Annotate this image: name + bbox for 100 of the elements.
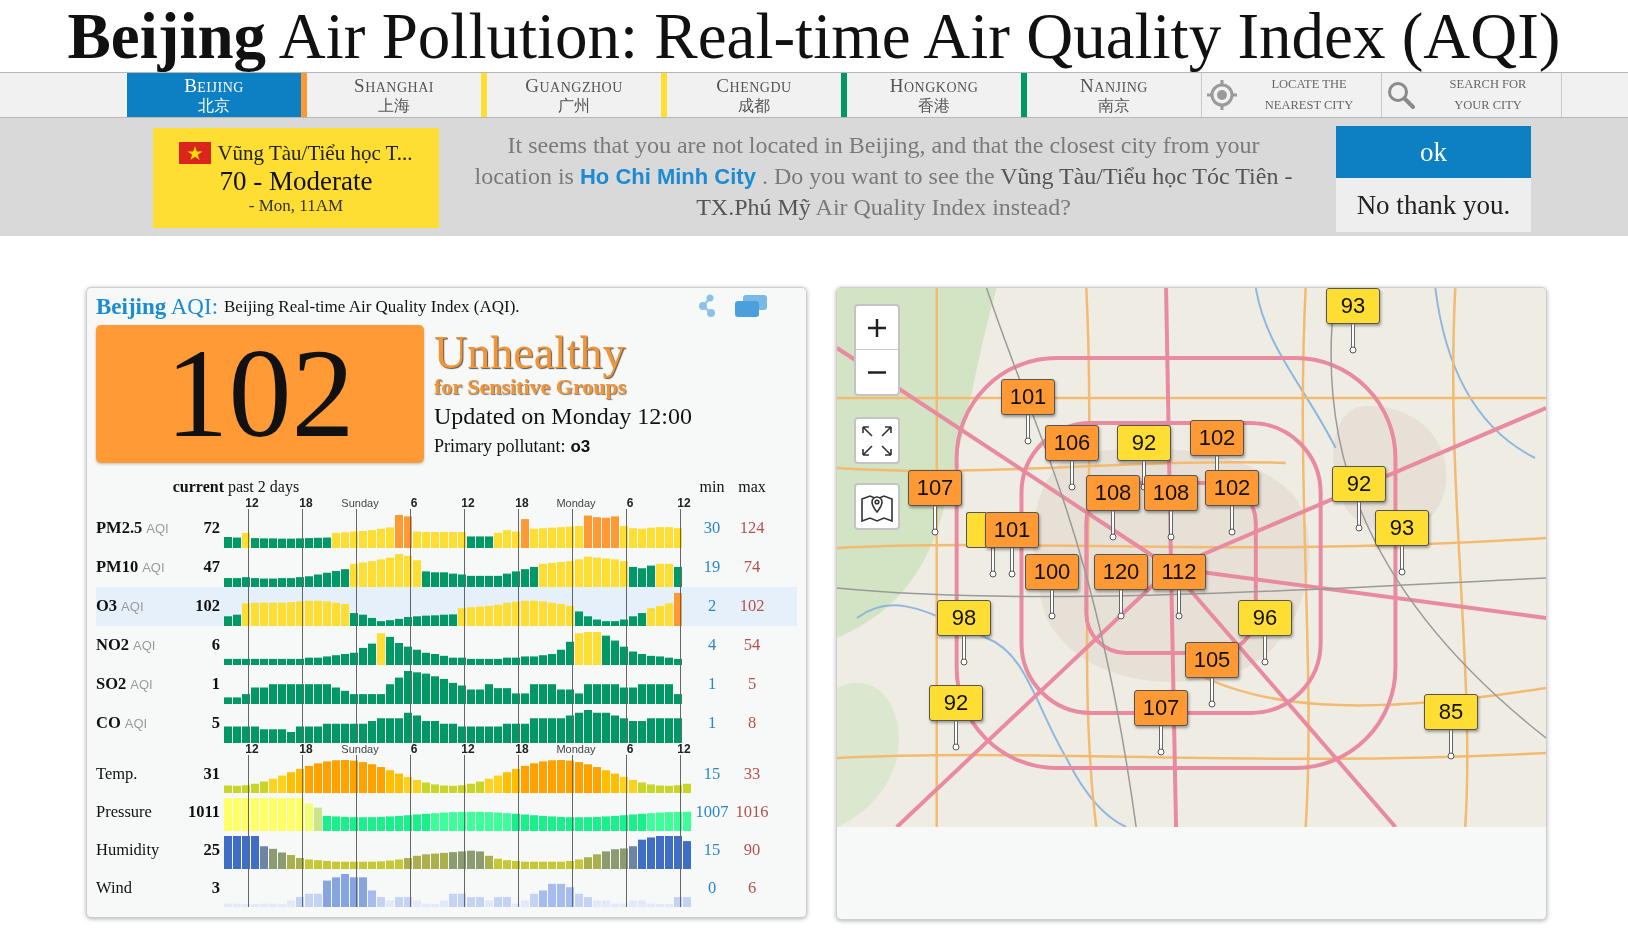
aqi-map-marker[interactable]: 92 <box>1332 466 1386 502</box>
time-axis-label: 12 <box>461 497 475 509</box>
aqi-map-marker[interactable]: 102 <box>1205 470 1259 506</box>
min-value: 15 <box>703 838 721 861</box>
aqi-map-marker[interactable]: 100 <box>1025 554 1079 590</box>
min-value: 19 <box>703 556 721 579</box>
search-city-button[interactable]: SEARCH FOR YOUR CITY <box>1382 73 1562 117</box>
city-tab[interactable]: GUANGZHOU 广州 <box>487 73 661 117</box>
marker-pin-icon <box>1175 590 1183 620</box>
pollutant-row[interactable]: PM10 AQI 47 19 74 <box>96 548 797 587</box>
marker-pin-icon <box>1208 678 1216 708</box>
max-value: 6 <box>747 876 757 899</box>
min-value: 0 <box>707 876 717 899</box>
pollutant-row[interactable]: SO2 AQI 1 1 5 <box>96 665 797 704</box>
panel-heading: Beijing AQI: <box>96 294 219 318</box>
city-tab[interactable]: NANJING 南京 <box>1027 73 1201 117</box>
pollutant-row[interactable]: CO AQI 5 1 8 <box>96 704 797 743</box>
min-value: 30 <box>703 517 721 540</box>
marker-pin-icon <box>1398 546 1406 576</box>
aqi-map-marker[interactable]: 98 <box>937 600 991 636</box>
weather-row[interactable]: Wind 3 0 6 <box>96 869 797 907</box>
aqi-map-marker[interactable]: 101 <box>1001 379 1055 415</box>
time-axis-label: 12 <box>677 497 691 509</box>
time-axis-label: 6 <box>626 497 634 509</box>
pollutant-row[interactable]: NO2 AQI 6 4 54 <box>96 626 797 665</box>
max-value: 102 <box>739 595 765 618</box>
aqi-map-marker[interactable]: 108 <box>1144 475 1198 511</box>
current-value: 25 <box>202 838 220 861</box>
current-value: 47 <box>202 556 220 579</box>
weather-row[interactable]: Humidity 25 15 90 <box>96 831 797 869</box>
time-axis-label: 12 <box>245 497 259 509</box>
aqi-map-marker[interactable]: 107 <box>908 470 962 506</box>
time-axis-label: Sunday <box>341 498 379 509</box>
map-layers-button[interactable] <box>854 483 900 530</box>
unit-label: AQI <box>133 637 156 656</box>
marker-pin-icon <box>1024 415 1032 445</box>
aqi-map-marker[interactable]: 85 <box>1424 694 1478 730</box>
fullscreen-button[interactable] <box>854 417 900 464</box>
time-axis-label: 18 <box>299 497 313 509</box>
row-label: Pressure <box>96 800 152 823</box>
aqi-map-marker[interactable]: 96 <box>1238 600 1292 636</box>
expand-icon <box>862 425 892 456</box>
aqi-map-marker[interactable]: 92 <box>1117 425 1171 461</box>
weather-row[interactable]: Temp. 31 15 33 <box>96 755 797 793</box>
marker-pin-icon <box>960 636 968 666</box>
aqi-map-marker[interactable]: 112 <box>1152 554 1206 590</box>
aqi-map-marker[interactable]: 92 <box>929 685 983 721</box>
row-label: CO <box>96 712 121 735</box>
locate-city-button[interactable]: LOCATE THE NEAREST CITY <box>1202 73 1382 117</box>
aqi-map-marker[interactable]: 107 <box>1134 690 1188 726</box>
current-value: 102 <box>194 595 220 618</box>
marker-pin-icon <box>989 548 997 578</box>
aqi-map-marker[interactable]: 102 <box>1190 420 1244 456</box>
time-axis-label: 18 <box>515 497 529 509</box>
map-marker-icon[interactable] <box>966 512 986 548</box>
station-time: - Mon, 11AM <box>248 196 344 216</box>
ok-button[interactable]: ok <box>1336 126 1531 178</box>
city-tab[interactable]: CHENGDU 成都 <box>667 73 841 117</box>
current-value: 6 <box>210 634 220 657</box>
weather-row[interactable]: Pressure 1011 1007 1016 <box>96 793 797 831</box>
dismiss-button[interactable]: No thank you. <box>1336 178 1531 232</box>
time-axis-label: 18 <box>515 743 529 755</box>
aqi-map-marker[interactable]: 101 <box>985 512 1039 548</box>
max-value: 1016 <box>735 800 769 823</box>
city-tab[interactable]: BEIJING 北京 <box>127 73 301 117</box>
aqi-map-marker[interactable]: 106 <box>1045 425 1099 461</box>
time-axis-label: Monday <box>556 744 596 755</box>
row-label: PM2.5 <box>96 517 143 540</box>
current-value: 31 <box>202 762 220 785</box>
max-value: 90 <box>743 838 761 861</box>
time-axis-label: 6 <box>410 497 418 509</box>
time-axis-label: 12 <box>677 743 691 755</box>
marker-pin-icon <box>1008 548 1016 578</box>
current-value: 1 <box>210 673 220 696</box>
pollutant-label: Primary pollutant: <box>434 435 566 457</box>
aqi-map-marker[interactable]: 105 <box>1185 642 1239 678</box>
pollutant-row[interactable]: PM2.5 AQI 72 30 124 <box>96 509 797 548</box>
city-tab[interactable]: HONGKONG 香港 <box>847 73 1021 117</box>
marker-pin-icon <box>1167 511 1175 541</box>
marker-pin-icon <box>1355 502 1363 532</box>
station-card[interactable]: Vũng Tàu/Tiểu học T... 70 - Moderate - Mon, 11AM <box>153 128 439 228</box>
unit-label: AQI <box>121 598 144 617</box>
aqi-map-marker[interactable]: 120 <box>1094 554 1148 590</box>
time-axis-label: Monday <box>556 498 596 509</box>
aqi-map-marker[interactable]: 93 <box>1375 510 1429 546</box>
city-tab[interactable]: SHANGHAI 上海 <box>307 73 481 117</box>
aqi-map-marker[interactable]: 93 <box>1326 288 1380 324</box>
pollutant-row[interactable]: O3 AQI 102 2 102 <box>96 587 797 626</box>
row-label: Humidity <box>96 838 160 861</box>
column-header: current <box>172 479 224 495</box>
marker-pin-icon <box>931 506 939 536</box>
column-header: max <box>738 479 766 495</box>
min-value: 2 <box>707 595 717 618</box>
aqi-map-marker[interactable]: 108 <box>1086 475 1140 511</box>
current-value: 1011 <box>186 800 220 823</box>
time-axis-label: 6 <box>626 743 634 755</box>
max-value: 124 <box>739 517 765 540</box>
max-value: 5 <box>747 673 757 696</box>
current-value: 3 <box>210 876 220 899</box>
max-value: 8 <box>747 712 757 735</box>
